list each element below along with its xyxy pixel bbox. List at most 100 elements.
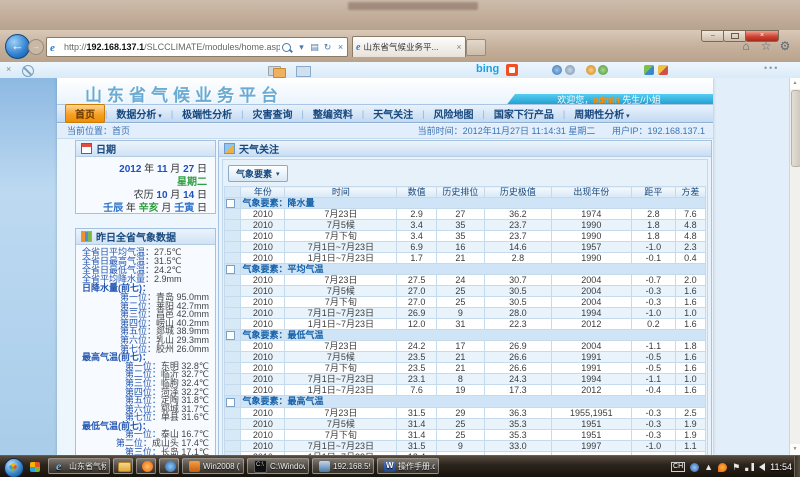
browser-chrome: – × ← → e http://192.168.137.1/SLCCLIMAT… <box>0 30 800 63</box>
taskbar-button-orange-app[interactable] <box>136 458 156 474</box>
action-center-flag-icon[interactable]: ⚑ <box>732 456 740 478</box>
nav-item-3[interactable]: 灾害查询 <box>244 105 302 122</box>
toolbar-app-icon-5[interactable] <box>598 65 608 75</box>
browser-forward-button[interactable]: → <box>28 39 44 55</box>
browser-tab[interactable]: e 山东省气候业务平... × <box>352 36 466 57</box>
nav-item-4[interactable]: 整编资料 <box>304 105 362 122</box>
browser-back-button[interactable]: ← <box>5 34 30 59</box>
table-cell: 2010 <box>241 319 285 330</box>
element-filter-button[interactable]: 气象要素 ▾ <box>228 165 288 182</box>
tray-expand-icon[interactable]: ▲ <box>704 456 713 478</box>
taskbar-button-cmd[interactable]: C:\Windows\s... <box>247 458 309 474</box>
blocked-icon[interactable] <box>22 65 34 77</box>
table-cell: 23.1 <box>397 374 436 385</box>
table-cell: 2012 <box>551 385 631 396</box>
table-cell: 2004 <box>551 297 631 308</box>
toolbar-overflow-icon[interactable]: ••• <box>764 63 779 73</box>
quick-launch-icon[interactable] <box>30 462 40 472</box>
table-cell: 17.3 <box>485 385 552 396</box>
table-cell: 24 <box>436 275 484 286</box>
tab-close-icon[interactable]: × <box>453 42 465 52</box>
chevron-down-icon: ▾ <box>156 113 161 120</box>
nav-item-6[interactable]: 风险地图 <box>425 105 483 122</box>
table-cell: 2010 <box>241 286 285 297</box>
language-indicator[interactable]: CH <box>671 462 685 472</box>
toolbar-app-icon-1[interactable] <box>506 64 518 76</box>
address-bar[interactable]: e http://192.168.137.1/SLCCLIMATE/module… <box>46 37 348 57</box>
table-cell: 2.3 <box>675 242 705 253</box>
show-desktop-button[interactable] <box>794 456 800 478</box>
gear-icon[interactable]: ⚙ <box>776 38 794 54</box>
table-cell: 31.5 <box>397 407 436 418</box>
nav-item-1[interactable]: 数据分析 ▾ <box>107 105 170 122</box>
taskbar-button-vm[interactable]: Win2008 (VS2... <box>182 458 244 474</box>
vertical-scrollbar[interactable]: ▲ ▼ <box>789 78 800 455</box>
start-button[interactable] <box>4 458 24 478</box>
compatibility-view-icon[interactable]: ▤ <box>308 42 321 53</box>
table-cell: 25 <box>436 418 484 429</box>
checkbox[interactable] <box>226 265 235 274</box>
table-select-column <box>225 187 241 198</box>
taskbar-button-rdp[interactable]: 192.168.59.99... <box>312 458 374 474</box>
home-icon[interactable]: ⌂ <box>737 38 755 54</box>
user-ip: 用户IP：192.168.137.1 <box>612 126 705 136</box>
table-cell: -0.1 <box>631 253 675 264</box>
table-cell: 2010 <box>241 429 285 440</box>
antivirus-icon[interactable] <box>718 463 727 472</box>
checkbox[interactable] <box>226 398 235 407</box>
table-cell: 7.6 <box>675 209 705 220</box>
page-title: 山东省气候业务平台 <box>85 81 283 106</box>
column-header: 数值 <box>397 187 436 198</box>
nav-item-7[interactable]: 国家下行产品 <box>485 105 563 122</box>
scroll-down-icon[interactable]: ▼ <box>790 444 800 455</box>
row-select-cell <box>225 242 241 253</box>
toolbar-close-icon[interactable]: × <box>6 64 11 74</box>
nav-item-0[interactable]: 首页 <box>65 104 105 123</box>
bing-logo[interactable]: bing <box>476 63 499 75</box>
mail-icon[interactable] <box>296 66 311 77</box>
scrollbar-thumb[interactable] <box>791 90 800 167</box>
toolbar-app-icon-4[interactable] <box>586 65 596 75</box>
volume-icon[interactable] <box>759 463 765 471</box>
checkbox[interactable] <box>226 199 235 208</box>
table-cell: 7月下旬 <box>285 297 397 308</box>
table-cell: 14.6 <box>485 242 552 253</box>
table-cell: 7月23日 <box>285 275 397 286</box>
table-row: 20107月23日27.52430.72004-0.72.0 <box>225 275 706 286</box>
table-cell: 21 <box>436 253 484 264</box>
scroll-up-icon[interactable]: ▲ <box>790 78 800 89</box>
row-select-cell <box>225 440 241 451</box>
taskbar-button-word[interactable]: 操作手册.docx ... <box>377 458 439 474</box>
checkbox[interactable] <box>226 331 235 340</box>
toolbar-app-icon-7[interactable] <box>658 65 668 75</box>
column-header: 出现年份 <box>551 187 631 198</box>
stop-icon[interactable]: × <box>334 42 347 52</box>
nav-item-8[interactable]: 周期性分析 ▾ <box>565 105 638 122</box>
search-dropdown-icon[interactable]: ▾ <box>295 42 308 53</box>
taskbar-button-ie[interactable]: 山东省气候业... <box>48 458 110 474</box>
toolbar-app-icon-6[interactable] <box>644 65 654 75</box>
row-select-cell <box>225 407 241 418</box>
search-icon[interactable] <box>282 43 291 52</box>
nav-item-2[interactable]: 极端性分析 <box>173 105 241 122</box>
new-tab-button[interactable] <box>466 39 486 56</box>
table-cell: 36.3 <box>485 407 552 418</box>
table-cell: 35.3 <box>485 429 552 440</box>
window-minimize-button[interactable]: – <box>701 30 725 42</box>
weather-table-head: 年份时间数值历史排位历史极值出现年份距平方差 <box>225 187 706 198</box>
taskbar-button-media[interactable] <box>159 458 179 474</box>
toolbar-app-icon-2[interactable] <box>552 65 562 75</box>
taskbar-button-folder[interactable] <box>113 458 133 474</box>
chevron-down-icon: ▾ <box>624 113 629 120</box>
favorites-star-icon[interactable]: ☆ <box>757 38 775 54</box>
network-globe-icon[interactable] <box>690 463 699 472</box>
network-icon[interactable] <box>745 463 754 471</box>
table-cell: 1.9 <box>675 418 705 429</box>
table-cell: 33.0 <box>485 440 552 451</box>
nav-item-5[interactable]: 天气关注 <box>364 105 422 122</box>
toolbar-app-icon-3[interactable] <box>565 65 575 75</box>
table-cell: 1951 <box>551 418 631 429</box>
refresh-icon[interactable]: ↻ <box>321 42 334 53</box>
clock[interactable]: 11:54 <box>770 462 792 472</box>
table-cell: 27.5 <box>397 275 436 286</box>
